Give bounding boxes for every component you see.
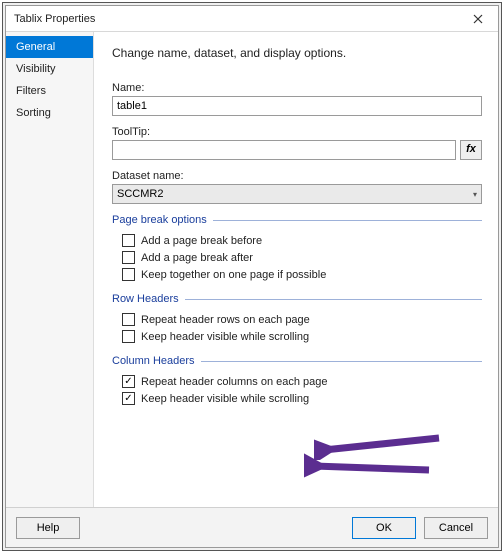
group-column-headers: Column Headers ✓ Repeat header columns o… [112, 355, 482, 407]
chk-label: Add a page break before [141, 235, 262, 247]
chk-label: Keep header visible while scrolling [141, 393, 309, 405]
sidebar-item-visibility[interactable]: Visibility [6, 58, 93, 80]
tooltip-row: ToolTip: fx [112, 126, 482, 160]
chk-page-break-after[interactable]: Add a page break after [112, 249, 482, 266]
chk-page-break-before[interactable]: Add a page break before [112, 232, 482, 249]
title-bar: Tablix Properties [6, 6, 498, 32]
ok-button[interactable]: OK [352, 517, 416, 539]
chk-label: Repeat header rows on each page [141, 314, 310, 326]
sidebar-item-filters[interactable]: Filters [6, 80, 93, 102]
annotation-arrow-2 [304, 452, 434, 482]
checkbox-icon [122, 234, 135, 247]
sidebar-item-general[interactable]: General [6, 36, 93, 58]
dialog-window: Tablix Properties General Visibility Fil… [5, 5, 499, 548]
chk-label: Keep together on one page if possible [141, 269, 326, 281]
sidebar-item-label: Visibility [16, 63, 56, 75]
intro-text: Change name, dataset, and display option… [112, 46, 482, 60]
checkbox-icon [122, 313, 135, 326]
button-label: Help [37, 522, 60, 534]
group-header-page-break: Page break options [112, 214, 482, 226]
group-divider [185, 299, 482, 300]
name-input[interactable] [112, 96, 482, 116]
tooltip-input[interactable] [112, 140, 456, 160]
chk-keep-col-header-visible[interactable]: ✓ Keep header visible while scrolling [112, 390, 482, 407]
dataset-label: Dataset name: [112, 170, 482, 182]
cancel-button[interactable]: Cancel [424, 517, 488, 539]
window-title: Tablix Properties [14, 13, 95, 25]
checkbox-icon [122, 268, 135, 281]
sidebar-item-sorting[interactable]: Sorting [6, 102, 93, 124]
checkbox-checked-icon: ✓ [122, 375, 135, 388]
close-button[interactable] [460, 8, 496, 30]
dataset-select[interactable]: SCCMR2 ▾ [112, 184, 482, 204]
group-divider [201, 361, 482, 362]
sidebar-item-label: General [16, 41, 55, 53]
button-label: Cancel [439, 522, 473, 534]
close-icon [473, 14, 483, 24]
chk-repeat-header-rows[interactable]: Repeat header rows on each page [112, 311, 482, 328]
sidebar-item-label: Filters [16, 85, 46, 97]
group-divider [213, 220, 482, 221]
name-row: Name: [112, 82, 482, 116]
chevron-down-icon: ▾ [473, 190, 477, 199]
button-label: OK [376, 522, 392, 534]
content-pane: Change name, dataset, and display option… [94, 32, 498, 507]
checkbox-icon [122, 330, 135, 343]
dataset-value: SCCMR2 [117, 188, 163, 200]
frame-border: Tablix Properties General Visibility Fil… [2, 2, 502, 551]
sidebar: General Visibility Filters Sorting [6, 32, 94, 507]
sidebar-item-label: Sorting [16, 107, 51, 119]
chk-label: Add a page break after [141, 252, 253, 264]
dataset-row: Dataset name: SCCMR2 ▾ [112, 170, 482, 204]
dialog-footer: Help OK Cancel [6, 507, 498, 547]
group-title: Column Headers [112, 355, 195, 367]
chk-label: Keep header visible while scrolling [141, 331, 309, 343]
annotation-arrow-1 [314, 430, 444, 460]
group-row-headers: Row Headers Repeat header rows on each p… [112, 293, 482, 345]
group-header-column-headers: Column Headers [112, 355, 482, 367]
chk-label: Repeat header columns on each page [141, 376, 328, 388]
tooltip-label: ToolTip: [112, 126, 482, 138]
chk-keep-together[interactable]: Keep together on one page if possible [112, 266, 482, 283]
chk-keep-row-header-visible[interactable]: Keep header visible while scrolling [112, 328, 482, 345]
group-page-break: Page break options Add a page break befo… [112, 214, 482, 283]
chk-repeat-header-columns[interactable]: ✓ Repeat header columns on each page [112, 373, 482, 390]
expression-button[interactable]: fx [460, 140, 482, 160]
group-title: Row Headers [112, 293, 179, 305]
checkbox-checked-icon: ✓ [122, 392, 135, 405]
fx-icon: fx [466, 143, 476, 155]
checkbox-icon [122, 251, 135, 264]
dialog-body: General Visibility Filters Sorting Chang… [6, 32, 498, 507]
group-header-row-headers: Row Headers [112, 293, 482, 305]
help-button[interactable]: Help [16, 517, 80, 539]
name-label: Name: [112, 82, 482, 94]
group-title: Page break options [112, 214, 207, 226]
